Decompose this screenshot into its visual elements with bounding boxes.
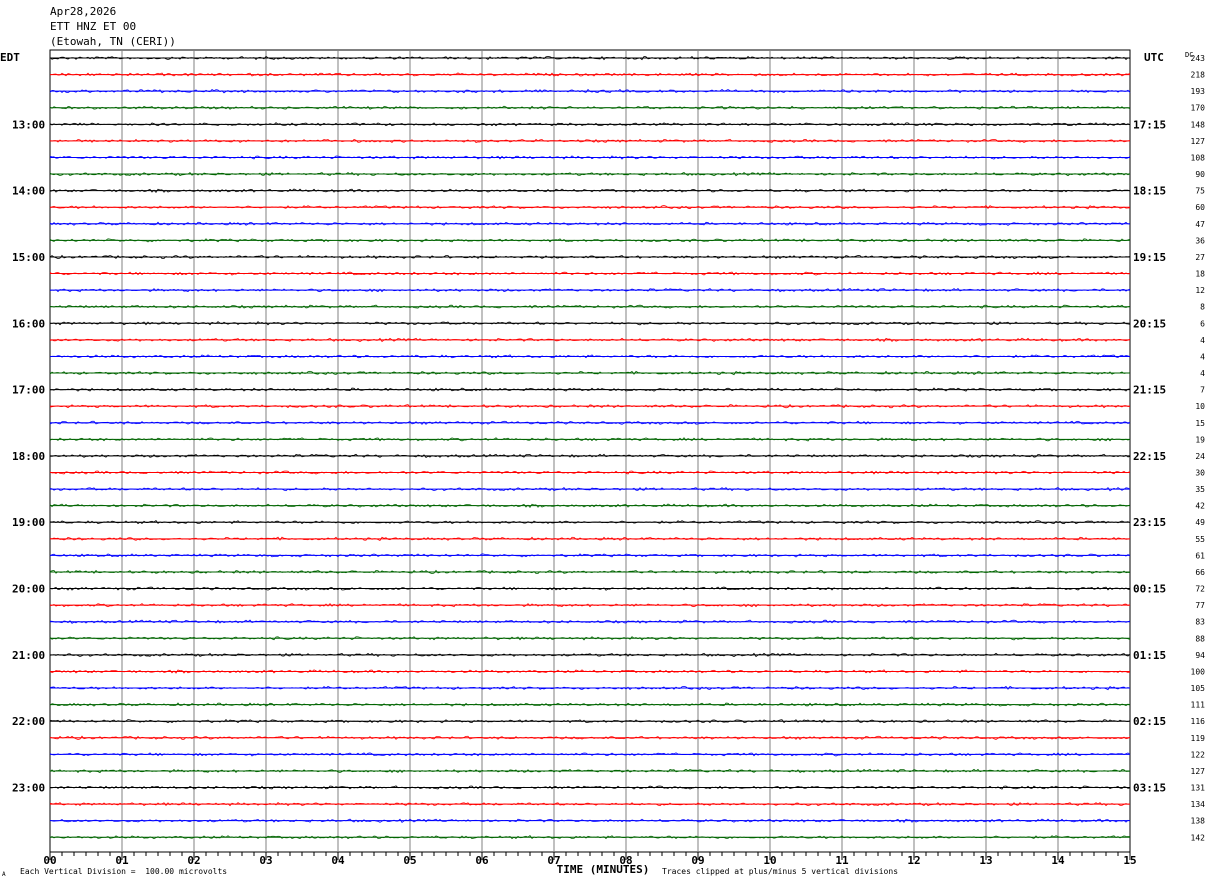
x-tick-label: 05: [403, 854, 416, 867]
dc-offset-label: 36: [1195, 236, 1205, 245]
dc-offset-label: 119: [1191, 734, 1206, 743]
dc-offset-label: 42: [1195, 502, 1205, 511]
dc-offset-label: 19: [1195, 435, 1205, 444]
x-tick-label: 13: [979, 854, 992, 867]
dc-offset-label: 7: [1200, 386, 1205, 395]
x-tick-label: 06: [475, 854, 489, 867]
dc-offset-label: 47: [1195, 220, 1205, 229]
left-hour-label: 18:00: [12, 450, 45, 463]
dc-offset-label: 77: [1195, 601, 1205, 610]
dc-offset-label: 116: [1191, 717, 1206, 726]
dc-offset-label: 10: [1195, 402, 1205, 411]
dc-offset-label: 108: [1191, 153, 1206, 162]
dc-offset-label: 148: [1191, 120, 1206, 129]
right-hour-label: 20:15: [1133, 317, 1166, 330]
x-tick-label: 09: [691, 854, 704, 867]
x-tick-label: 11: [835, 854, 849, 867]
left-hour-label: 17:00: [12, 384, 45, 397]
left-hour-label: 13:00: [12, 118, 45, 131]
dc-offset-label: 170: [1191, 104, 1206, 113]
x-tick-label: 01: [115, 854, 129, 867]
dc-offset-label: 35: [1195, 485, 1205, 494]
right-timezone-label: UTC: [1144, 51, 1164, 64]
clip-note: Traces clipped at plus/minus 5 vertical …: [662, 867, 899, 876]
right-hour-label: 03:15: [1133, 782, 1166, 795]
dc-offset-label: 24: [1195, 452, 1205, 461]
dc-offset-label: 88: [1195, 634, 1205, 643]
left-hour-label: 19:00: [12, 516, 45, 529]
right-hour-label: 01:15: [1133, 649, 1166, 662]
plot-frame: [49, 49, 1131, 853]
dc-offset-label: 83: [1195, 618, 1205, 627]
x-tick-label: 12: [907, 854, 920, 867]
dc-offset-label: 66: [1195, 568, 1205, 577]
dc-offset-label: 122: [1191, 750, 1206, 759]
dc-offset-label: 4: [1200, 336, 1205, 345]
right-hour-label: 17:15: [1133, 118, 1166, 131]
left-hour-label: 22:00: [12, 715, 45, 728]
left-hour-label: 15:00: [12, 251, 45, 264]
dc-offset-label: 12: [1195, 286, 1205, 295]
dc-offset-label: 18: [1195, 270, 1205, 279]
right-hour-label: 22:15: [1133, 450, 1166, 463]
trace-signal: [50, 785, 1131, 790]
dc-offset-label: 55: [1195, 535, 1205, 544]
helicorder-plot: 2432181931701481271089075604736271812864…: [0, 49, 1206, 876]
right-hour-label: 23:15: [1133, 516, 1166, 529]
left-timezone-label: EDT: [0, 51, 20, 64]
x-axis-title: TIME (MINUTES): [557, 863, 650, 876]
x-tick-label: 10: [763, 854, 776, 867]
right-hour-label: 02:15: [1133, 715, 1166, 728]
dc-header-label: DC: [1185, 51, 1193, 59]
trace-signal: [49, 636, 1131, 641]
scale-note: Each Vertical Division = 100.00 microvol…: [20, 867, 228, 876]
dc-offset-label: 72: [1195, 585, 1205, 594]
dc-offset-label: 127: [1191, 137, 1206, 146]
dc-offset-label: 131: [1191, 784, 1206, 793]
trace-signal: [49, 354, 1131, 359]
corner-mark: A: [2, 871, 6, 878]
dc-offset-label: 94: [1195, 651, 1205, 660]
dc-offset-label: 105: [1191, 684, 1206, 693]
dc-offset-label: 8: [1200, 303, 1205, 312]
dc-offset-label: 134: [1191, 800, 1206, 809]
left-hour-label: 16:00: [12, 317, 45, 330]
right-hour-label: 18:15: [1133, 185, 1166, 198]
dc-offset-label: 6: [1200, 319, 1205, 328]
x-tick-label: 02: [187, 854, 200, 867]
x-tick-label: 03: [259, 854, 272, 867]
dc-offset-label: 90: [1195, 170, 1205, 179]
dc-offset-label: 61: [1195, 551, 1205, 560]
right-hour-label: 21:15: [1133, 384, 1166, 397]
left-hour-label: 14:00: [12, 185, 45, 198]
dc-offset-label: 49: [1195, 518, 1205, 527]
dc-offset-label: 142: [1191, 833, 1206, 842]
dc-offset-label: 4: [1200, 352, 1205, 361]
dc-offset-label: 193: [1191, 87, 1206, 96]
x-tick-label: 15: [1123, 854, 1136, 867]
x-tick-label: 04: [331, 854, 345, 867]
dc-offset-label: 27: [1195, 253, 1205, 262]
x-tick-label: 00: [43, 854, 56, 867]
dc-offset-label: 30: [1195, 469, 1205, 478]
dc-offset-label: 138: [1191, 817, 1206, 826]
dc-offset-label: 60: [1195, 203, 1205, 212]
right-hour-label: 19:15: [1133, 251, 1166, 264]
left-hour-label: 20:00: [12, 583, 45, 596]
left-hour-label: 23:00: [12, 782, 45, 795]
dc-offset-label: 75: [1195, 187, 1205, 196]
dc-offset-label: 4: [1200, 369, 1205, 378]
dc-offset-label: 127: [1191, 767, 1206, 776]
x-tick-label: 14: [1051, 854, 1065, 867]
dc-offset-label: 100: [1191, 667, 1206, 676]
left-hour-label: 21:00: [12, 649, 45, 662]
dc-offset-label: 111: [1191, 701, 1206, 710]
dc-offset-label: 15: [1195, 419, 1205, 428]
right-hour-label: 00:15: [1133, 583, 1166, 596]
dc-offset-label: 218: [1191, 71, 1206, 80]
